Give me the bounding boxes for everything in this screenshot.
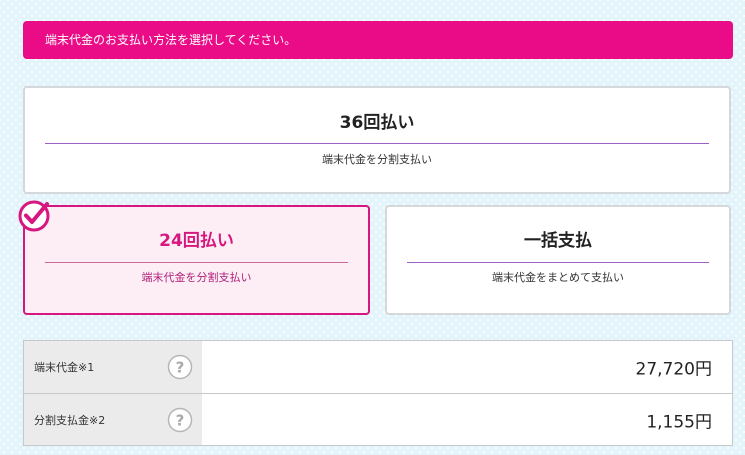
- option-36-installments[interactable]: 36回払い 端末代金を分割支払い: [23, 86, 731, 194]
- option-title: 24回払い: [159, 231, 234, 251]
- device-price-value: 27,720円: [635, 359, 712, 380]
- svg-text:?: ?: [176, 359, 185, 377]
- option-divider: [407, 262, 709, 263]
- table-row: 分割支払金※2 ? 1,155円: [24, 394, 732, 445]
- installment-amount-label: 分割支払金※2: [34, 413, 106, 427]
- option-lump-sum[interactable]: 一括支払 端末代金をまとめて支払い: [385, 205, 731, 315]
- option-24-installments[interactable]: 24回払い 端末代金を分割支払い: [23, 205, 370, 315]
- installment-amount-value: 1,155円: [646, 412, 712, 432]
- row-label-cell: 分割支払金※2 ?: [24, 394, 202, 445]
- svg-text:?: ?: [176, 411, 185, 429]
- table-row: 端末代金※1 ? 27,720円: [24, 341, 732, 394]
- option-subtitle: 端末代金を分割支払い: [322, 153, 432, 166]
- option-title: 36回払い: [339, 113, 415, 133]
- option-title: 一括支払: [524, 231, 592, 251]
- row-label-cell: 端末代金※1 ?: [24, 341, 202, 393]
- instruction-banner: 端末代金のお支払い方法を選択してください。: [23, 21, 733, 59]
- option-divider: [45, 143, 709, 144]
- option-subtitle: 端末代金をまとめて支払い: [492, 271, 624, 284]
- question-circle-icon[interactable]: ?: [167, 354, 193, 380]
- device-price-label: 端末代金※1: [34, 361, 95, 374]
- check-circle-icon: [18, 200, 50, 232]
- option-divider: [45, 262, 348, 263]
- price-table: 端末代金※1 ? 27,720円 分割支払金※2 ? 1,155円: [23, 340, 733, 446]
- option-subtitle: 端末代金を分割支払い: [141, 271, 252, 284]
- question-circle-icon[interactable]: ?: [167, 407, 193, 433]
